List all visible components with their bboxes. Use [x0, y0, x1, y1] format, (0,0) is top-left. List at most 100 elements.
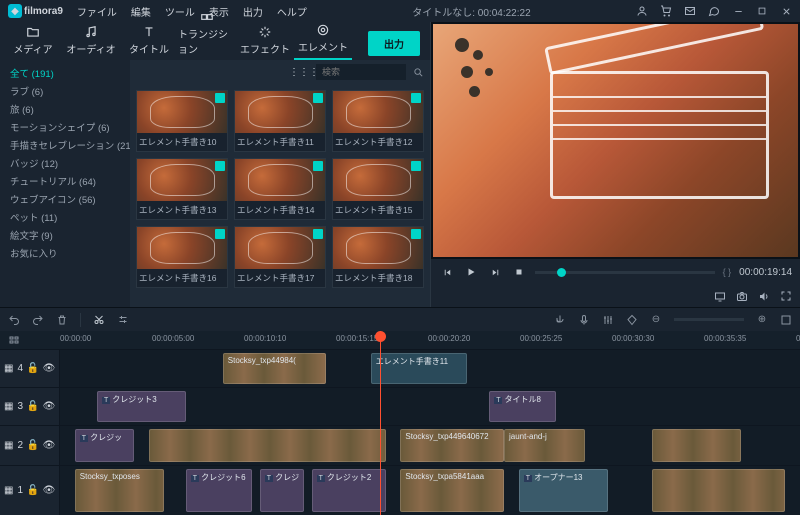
- category-item[interactable]: 全て (191): [2, 64, 128, 82]
- next-frame-button[interactable]: [487, 264, 503, 280]
- clip[interactable]: Tクレジット6: [186, 469, 253, 512]
- volume-icon[interactable]: [758, 290, 770, 302]
- element-thumb[interactable]: エレメント手書き17: [234, 226, 326, 288]
- fullscreen-icon[interactable]: [780, 290, 792, 302]
- clip[interactable]: Tクレジ: [260, 469, 304, 512]
- tab-element[interactable]: エレメント: [294, 19, 352, 60]
- category-item[interactable]: ウェブアイコン (56): [2, 190, 128, 208]
- track-1: ▦1🔓👁Stocksy_txposesTクレジット6TクレジTクレジット2Sto…: [0, 465, 800, 515]
- message-icon[interactable]: [708, 5, 720, 17]
- mixer-icon[interactable]: [602, 314, 614, 326]
- clip[interactable]: Tクレジット3: [97, 391, 186, 422]
- filmstrip-icon: ▦: [4, 485, 13, 497]
- tab-sparkle[interactable]: エフェクト: [236, 21, 294, 60]
- lock-icon[interactable]: 🔓: [27, 363, 39, 375]
- category-item[interactable]: バッジ (12): [2, 154, 128, 172]
- category-item[interactable]: お気に入り: [2, 244, 128, 262]
- element-thumb[interactable]: エレメント手書き15: [332, 158, 424, 220]
- grid-view-icon[interactable]: ⋮⋮⋮: [298, 66, 310, 78]
- clip[interactable]: [652, 469, 785, 512]
- category-item[interactable]: 旅 (6): [2, 100, 128, 118]
- element-thumb[interactable]: エレメント手書き10: [136, 90, 228, 152]
- cart-icon[interactable]: [660, 5, 672, 17]
- category-item[interactable]: ラブ (6): [2, 82, 128, 100]
- tab-folder[interactable]: メディア: [4, 21, 62, 60]
- element-thumb[interactable]: エレメント手書き16: [136, 226, 228, 288]
- track-options-icon[interactable]: [8, 334, 20, 346]
- filmstrip-icon: ▦: [4, 363, 13, 375]
- search-input[interactable]: [316, 64, 406, 80]
- menu-item[interactable]: ヘルプ: [277, 4, 307, 19]
- adjust-icon[interactable]: [117, 314, 129, 326]
- tab-music[interactable]: オーディオ: [62, 21, 120, 60]
- zoom-out-icon[interactable]: ⊖: [650, 314, 662, 326]
- marker-icon[interactable]: [626, 314, 638, 326]
- lock-icon[interactable]: 🔓: [27, 485, 39, 497]
- play-button[interactable]: [463, 264, 479, 280]
- cut-icon[interactable]: [93, 314, 105, 326]
- redo-icon[interactable]: [32, 314, 44, 326]
- preview-slider[interactable]: [535, 271, 715, 274]
- category-item[interactable]: 絵文字 (9): [2, 226, 128, 244]
- category-item[interactable]: チュートリアル (64): [2, 172, 128, 190]
- close-icon[interactable]: [780, 5, 792, 17]
- element-thumb[interactable]: エレメント手書き12: [332, 90, 424, 152]
- tab-text[interactable]: タイトル: [120, 21, 178, 60]
- menu-item[interactable]: ファイル: [77, 4, 117, 19]
- mail-icon[interactable]: [684, 5, 696, 17]
- user-icon[interactable]: [636, 5, 648, 17]
- search-icon[interactable]: [412, 66, 424, 78]
- category-item[interactable]: 手描きセレブレーション (21): [2, 136, 128, 154]
- menu-item[interactable]: 編集: [131, 4, 151, 19]
- eye-icon[interactable]: 👁: [43, 440, 55, 452]
- delete-icon[interactable]: [56, 314, 68, 326]
- clip[interactable]: [149, 429, 386, 462]
- export-button[interactable]: 出力: [368, 31, 420, 56]
- filmstrip-icon: ▦: [4, 440, 13, 452]
- clip[interactable]: jaunt-and-j: [504, 429, 585, 462]
- prev-frame-button[interactable]: [439, 264, 455, 280]
- zoom-fit-icon[interactable]: [780, 314, 792, 326]
- category-item[interactable]: ペット (11): [2, 208, 128, 226]
- element-thumb[interactable]: エレメント手書き11: [234, 90, 326, 152]
- track-3: ▦3🔓👁Tクレジット3Tタイトル8: [0, 387, 800, 425]
- eye-icon[interactable]: 👁: [43, 485, 55, 497]
- category-item[interactable]: モーションシェイプ (6): [2, 118, 128, 136]
- menu-item[interactable]: 出力: [243, 4, 263, 19]
- maximize-icon[interactable]: [756, 5, 768, 17]
- app-logo: ◆ filmora9: [8, 4, 63, 18]
- clip[interactable]: Tクレジット2: [312, 469, 386, 512]
- undo-icon[interactable]: [8, 314, 20, 326]
- lock-icon[interactable]: 🔓: [27, 401, 39, 413]
- clip[interactable]: [652, 429, 741, 462]
- element-thumb[interactable]: エレメント手書き13: [136, 158, 228, 220]
- lock-icon[interactable]: 🔓: [27, 440, 39, 452]
- minimize-icon[interactable]: [732, 5, 744, 17]
- clip[interactable]: Tオープナー13: [519, 469, 608, 512]
- project-title: タイトルなし: 00:04:22:22: [307, 4, 636, 19]
- tab-transition[interactable]: トランジション: [178, 6, 236, 60]
- clip[interactable]: Stocksy_txposes: [75, 469, 164, 512]
- clip[interactable]: エレメント手書き11: [371, 353, 467, 384]
- clip[interactable]: Stocksy_txpa5841aaa: [400, 469, 504, 512]
- track-2: ▦2🔓👁TクレジッStocksy_txp449640672jaunt-and-j: [0, 425, 800, 465]
- voiceover-icon[interactable]: [554, 314, 566, 326]
- element-thumb[interactable]: エレメント手書き14: [234, 158, 326, 220]
- eye-icon[interactable]: 👁: [43, 401, 55, 413]
- mic-icon[interactable]: [578, 314, 590, 326]
- clip[interactable]: Stocksy_txp44984(: [223, 353, 327, 384]
- eye-icon[interactable]: 👁: [43, 363, 55, 375]
- camera-icon[interactable]: [736, 290, 748, 302]
- filmstrip-icon: ▦: [4, 401, 13, 413]
- preview-viewport: [433, 24, 798, 257]
- element-thumb[interactable]: エレメント手書き18: [332, 226, 424, 288]
- track-4: ▦4🔓👁Stocksy_txp44984(エレメント手書き11: [0, 349, 800, 387]
- clip[interactable]: Tクレジッ: [75, 429, 134, 462]
- stop-button[interactable]: [511, 264, 527, 280]
- display-icon[interactable]: [714, 290, 726, 302]
- zoom-in-icon[interactable]: ⊕: [756, 314, 768, 326]
- clip[interactable]: Stocksy_txp449640672: [400, 429, 504, 462]
- preview-time: 00:00:19:14: [739, 267, 792, 278]
- clip[interactable]: Tタイトル8: [489, 391, 556, 422]
- zoom-slider[interactable]: [674, 318, 744, 321]
